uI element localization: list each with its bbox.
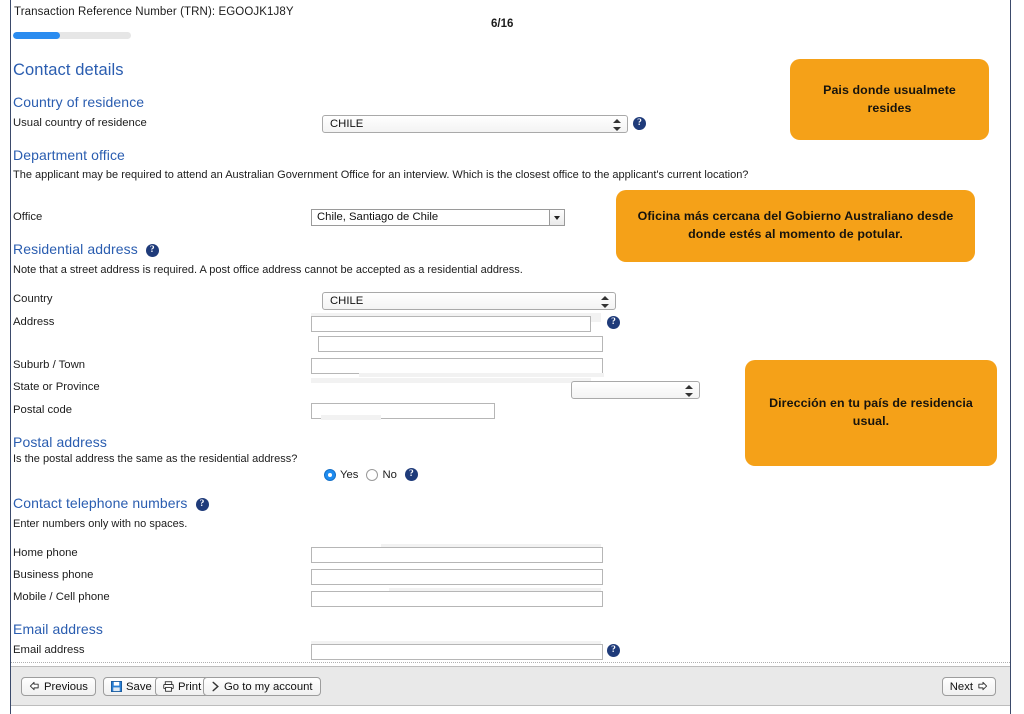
render-artifact — [311, 378, 591, 383]
page-counter: 6/16 — [491, 18, 514, 30]
help-icon-email-address[interactable]: ? — [607, 644, 620, 657]
chevron-down-icon[interactable] — [549, 210, 564, 225]
input-email-address[interactable] — [311, 644, 603, 660]
section-heading-residential-address: Residential address ? — [13, 241, 159, 257]
note-department-office: The applicant may be required to attend … — [13, 169, 749, 181]
print-button-label: Print — [178, 680, 202, 693]
input-suburb-town[interactable] — [311, 358, 603, 374]
next-button[interactable]: Next — [941, 677, 996, 696]
form-footer-toolbar: Previous Save Print Go to my account Nex… — [11, 666, 1010, 706]
footer-divider — [11, 662, 1010, 663]
note-contact-telephone: Enter numbers only with no spaces. — [13, 518, 188, 530]
arrow-right-icon — [977, 681, 988, 692]
next-button-label: Next — [949, 680, 973, 693]
select-updown-chevrons-icon — [613, 118, 621, 132]
chevron-right-icon — [211, 681, 220, 692]
label-address: Address — [13, 316, 55, 328]
section-heading-department-office: Department office — [13, 147, 125, 163]
help-icon-country-of-residence[interactable]: ? — [633, 117, 646, 130]
progress-bar — [13, 32, 131, 39]
label-usual-country-of-residence: Usual country of residence — [13, 117, 147, 129]
page-title: Contact details — [13, 61, 124, 79]
label-postal-code: Postal code — [13, 404, 73, 416]
callout-department-office-text: Oficina más cercana del Gobierno Austral… — [637, 209, 954, 241]
select-residential-country[interactable]: CHILE — [322, 292, 616, 310]
help-icon-address[interactable]: ? — [607, 316, 620, 329]
radio-label-yes[interactable]: Yes — [340, 469, 358, 481]
label-home-phone: Home phone — [13, 547, 78, 559]
select-office-value: Chile, Santiago de Chile — [317, 211, 439, 223]
section-heading-email-address: Email address — [13, 621, 104, 637]
callout-country-of-residence-text: Pais donde usualmete resides — [823, 82, 956, 115]
help-icon-contact-telephone[interactable]: ? — [195, 498, 209, 511]
callout-residential-address: Dirección en tu país de residencia usual… — [745, 360, 997, 466]
previous-button-label: Previous — [44, 680, 88, 693]
radio-postal-same-no[interactable] — [366, 468, 379, 481]
label-suburb-town: Suburb / Town — [13, 359, 86, 371]
input-home-phone[interactable] — [311, 547, 603, 563]
arrow-left-icon — [29, 681, 40, 692]
panel-right-border — [1010, 0, 1011, 714]
input-address-line-2[interactable] — [318, 336, 603, 352]
section-heading-postal-address: Postal address — [13, 434, 108, 450]
previous-button[interactable]: Previous — [21, 677, 96, 696]
label-office: Office — [13, 211, 43, 223]
input-business-phone[interactable] — [311, 569, 603, 585]
section-heading-residential-address-label: Residential address — [13, 241, 138, 257]
label-residential-country: Country — [13, 293, 53, 305]
select-residential-country-value: CHILE — [330, 295, 364, 307]
section-heading-contact-telephone: Contact telephone numbers ? — [13, 495, 209, 511]
section-heading-contact-telephone-label: Contact telephone numbers — [13, 495, 188, 511]
label-state-or-province: State or Province — [13, 381, 100, 393]
input-address-line-1[interactable] — [311, 316, 591, 332]
note-residential-address: Note that a street address is required. … — [13, 264, 523, 276]
go-to-my-account-button[interactable]: Go to my account — [203, 677, 321, 696]
select-updown-chevrons-icon — [685, 384, 693, 398]
floppy-disk-icon — [111, 681, 122, 692]
select-updown-chevrons-icon — [601, 295, 609, 309]
input-postal-code[interactable] — [311, 403, 495, 419]
input-mobile-cell-phone[interactable] — [311, 591, 603, 607]
transaction-reference-number: Transaction Reference Number (TRN): EGOO… — [14, 6, 294, 18]
help-icon-postal-address[interactable]: ? — [404, 468, 418, 481]
go-to-my-account-label: Go to my account — [224, 680, 313, 693]
callout-department-office: Oficina más cercana del Gobierno Austral… — [616, 190, 975, 262]
select-usual-country-of-residence[interactable]: CHILE — [322, 115, 628, 133]
progress-bar-fill — [13, 32, 61, 39]
label-business-phone: Business phone — [13, 569, 94, 581]
select-office[interactable]: Chile, Santiago de Chile — [311, 209, 565, 226]
printer-icon — [163, 681, 174, 692]
application-form-page: Transaction Reference Number (TRN): EGOO… — [0, 0, 1024, 714]
radio-group-postal-same: Yes No ? — [324, 468, 418, 481]
radio-postal-same-yes[interactable] — [324, 468, 336, 481]
callout-country-of-residence: Pais donde usualmete resides — [790, 59, 989, 140]
help-icon-residential-address[interactable]: ? — [145, 244, 159, 257]
select-state-or-province[interactable] — [571, 381, 700, 399]
print-button[interactable]: Print — [155, 677, 210, 696]
section-heading-country-of-residence: Country of residence — [13, 94, 145, 110]
radio-label-no[interactable]: No — [382, 469, 396, 481]
save-button-label: Save — [126, 680, 152, 693]
select-usual-country-value: CHILE — [330, 118, 364, 130]
label-email-address: Email address — [13, 644, 85, 656]
callout-residential-address-text: Dirección en tu país de residencia usual… — [769, 396, 973, 428]
label-mobile-cell-phone: Mobile / Cell phone — [13, 591, 110, 603]
save-button[interactable]: Save — [103, 677, 160, 696]
question-postal-same-as-residential: Is the postal address the same as the re… — [13, 453, 298, 465]
